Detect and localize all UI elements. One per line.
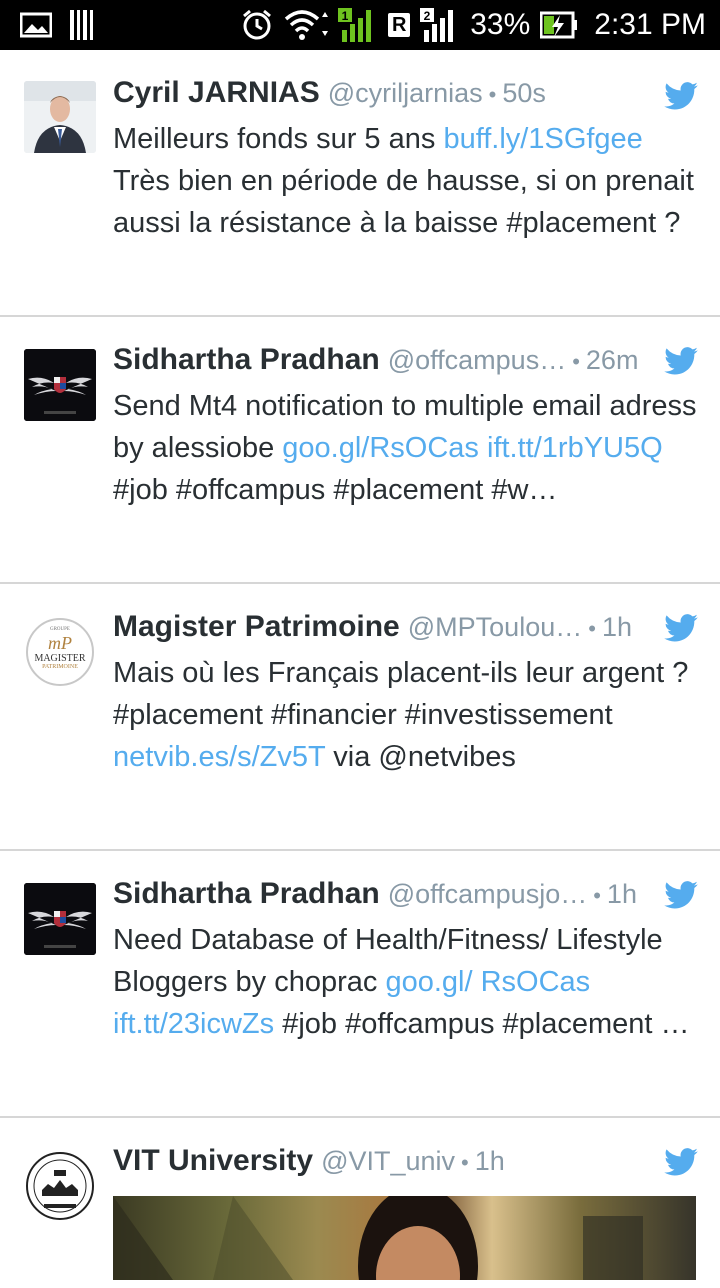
tweet-author-name[interactable]: Sidhartha Pradhan [113, 343, 380, 377]
tweet-author-handle[interactable]: @MPToulou… [408, 612, 582, 643]
tweet-text: Need Database of Health/Fitness/ Lifesty… [113, 919, 700, 1045]
avatar[interactable] [24, 1150, 96, 1222]
tweet-item[interactable]: Sidhartha Pradhan @offcampus… • 26m Send… [0, 317, 720, 584]
gallery-icon [20, 12, 52, 38]
svg-text:MAGISTER: MAGISTER [34, 653, 85, 664]
tweet-timestamp: 50s [502, 78, 546, 108]
tweet-text: Mais où les Français placent-ils leur ar… [113, 652, 700, 778]
battery-percent: 33% [470, 8, 531, 41]
wifi-icon [284, 9, 329, 41]
tweet-link[interactable]: ift.tt/1rbYU5Q [487, 432, 663, 464]
tweet-text-segment [479, 432, 487, 464]
signal-icon-sim2: 2 [420, 8, 460, 42]
tweet-text-segment: Meilleurs fonds sur 5 ans [113, 123, 444, 155]
tweet-author-handle[interactable]: @offcampusjo… [388, 879, 588, 910]
tweet-link[interactable]: netvib.es/s/Zv5T [113, 741, 325, 773]
tweet-text-segment: Mais où les Français placent-ils leur ar… [113, 657, 689, 731]
tweet-timestamp: 26m [585, 345, 639, 375]
alarm-icon [240, 8, 274, 42]
tweet-text: Meilleurs fonds sur 5 ans buff.ly/1SGfge… [113, 118, 700, 244]
tweet-item[interactable]: Cyril JARNIAS @cyriljarnias • 50s Meille… [0, 50, 720, 317]
svg-text:GROUPE: GROUPE [50, 627, 70, 632]
tweet-timestamp: 1h [474, 1146, 505, 1176]
tweet-item[interactable]: Sidhartha Pradhan @offcampusjo… • 1h Nee… [0, 851, 720, 1118]
tweet-link[interactable]: buff.ly/1SGfgee [443, 123, 642, 155]
tweet-author-handle[interactable]: @VIT_univ [321, 1146, 455, 1177]
tweet-author-name[interactable]: Magister Patrimoine [113, 610, 400, 644]
svg-text:PATRIMOINE: PATRIMOINE [42, 664, 78, 670]
tweet-text-segment: Très bien en période de hausse, si on pr… [113, 165, 694, 239]
svg-text:1: 1 [342, 9, 349, 23]
avatar[interactable] [24, 883, 96, 955]
tweet-text-segment: via @netvibes [325, 741, 516, 773]
twitter-bird-icon [664, 881, 698, 909]
twitter-bird-icon [664, 1148, 698, 1176]
tweet-author-name[interactable]: Cyril JARNIAS [113, 76, 320, 110]
twitter-bird-icon [664, 614, 698, 642]
twitter-bird-icon [664, 82, 698, 110]
tweet-link[interactable]: goo.gl/ RsOCas [385, 966, 590, 998]
twitter-bird-icon [664, 347, 698, 375]
avatar[interactable]: GROUPE mP MAGISTER PATRIMOINE [24, 616, 96, 688]
avatar[interactable] [24, 81, 96, 153]
barcode-icon [70, 10, 96, 40]
roaming-badge: R [388, 13, 411, 37]
timeline: Cyril JARNIAS @cyriljarnias • 50s Meille… [0, 50, 720, 1288]
battery-charging-icon [540, 10, 578, 40]
tweet-link[interactable]: goo.gl/RsOCas [282, 432, 479, 464]
tweet-author-name[interactable]: Sidhartha Pradhan [113, 877, 380, 911]
tweet-text-segment: #job #offcampus #placement … [274, 1008, 690, 1040]
avatar[interactable] [24, 349, 96, 421]
svg-text:2: 2 [424, 9, 431, 23]
tweet-item[interactable]: GROUPE mP MAGISTER PATRIMOINE Magister P… [0, 584, 720, 851]
tweet-author-handle[interactable]: @cyriljarnias [328, 78, 483, 109]
tweet-media-image[interactable] [113, 1196, 696, 1280]
tweet-text-segment: #job #offcampus #placement #w… [113, 474, 558, 506]
tweet-author-handle[interactable]: @offcampus… [388, 345, 566, 376]
tweet-text: Send Mt4 notification to multiple email … [113, 385, 700, 511]
tweet-timestamp: 1h [606, 879, 637, 909]
signal-icon-sim1: 1 [338, 8, 378, 42]
status-bar: 1 R 2 33% 2:31 PM [0, 0, 720, 50]
tweet-timestamp: 1h [601, 612, 632, 642]
clock: 2:31 PM [594, 8, 706, 41]
tweet-author-name[interactable]: VIT University [113, 1144, 313, 1178]
svg-text:mP: mP [48, 633, 72, 653]
tweet-link[interactable]: ift.tt/23icwZs [113, 1008, 274, 1040]
